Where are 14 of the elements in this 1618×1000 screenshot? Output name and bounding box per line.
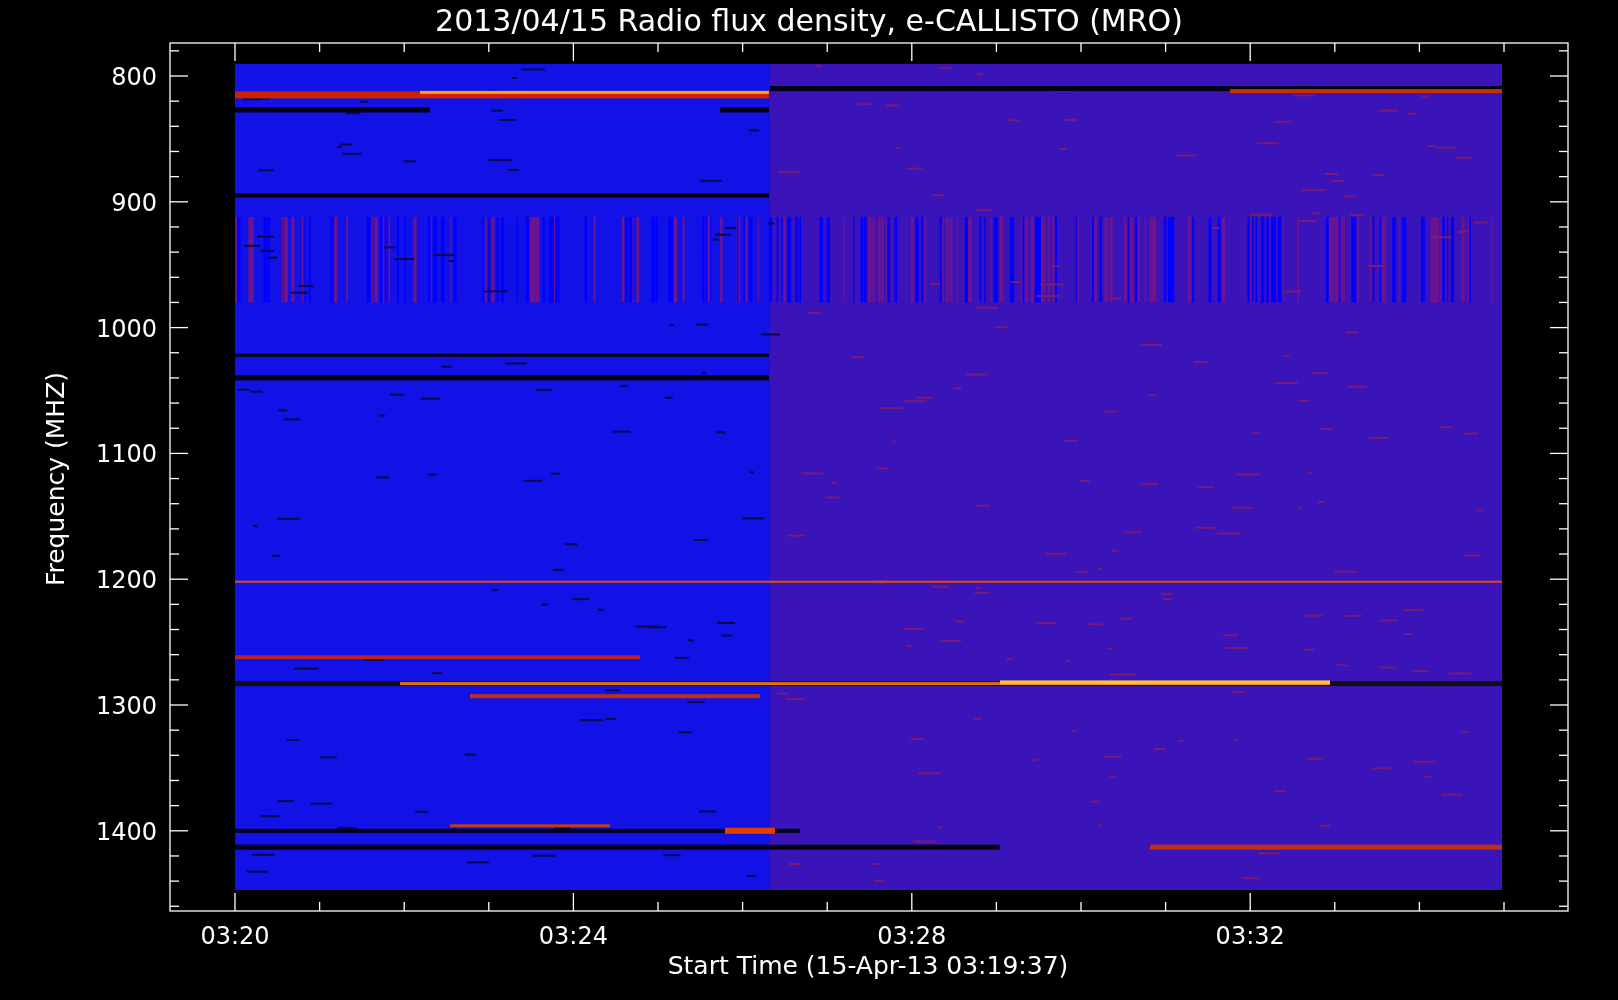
chart-title: 2013/04/15 Radio flux density, e-CALLISTO (MRO) (435, 3, 1183, 38)
x-axis-tick-label: 03:20 (200, 922, 270, 950)
x-axis-tick-label: 03:28 (877, 922, 947, 950)
y-axis-label: Frequency (MHZ) (41, 371, 70, 587)
y-axis-tick-label: 1400 (95, 817, 157, 846)
x-axis-label: Start Time (15-Apr-13 03:19:37) (667, 951, 1069, 980)
x-axis-tick-label: 03:24 (538, 922, 608, 950)
y-axis-tick-label: 900 (111, 188, 157, 217)
y-axis-tick-label: 1100 (95, 440, 157, 469)
y-axis-tick-label: 1000 (95, 314, 157, 343)
y-axis-tick-label: 1200 (95, 566, 157, 595)
x-axis-tick-label: 03:32 (1215, 922, 1285, 950)
y-axis-tick-label: 1300 (95, 692, 157, 720)
y-axis-tick-label: 800 (111, 63, 157, 91)
